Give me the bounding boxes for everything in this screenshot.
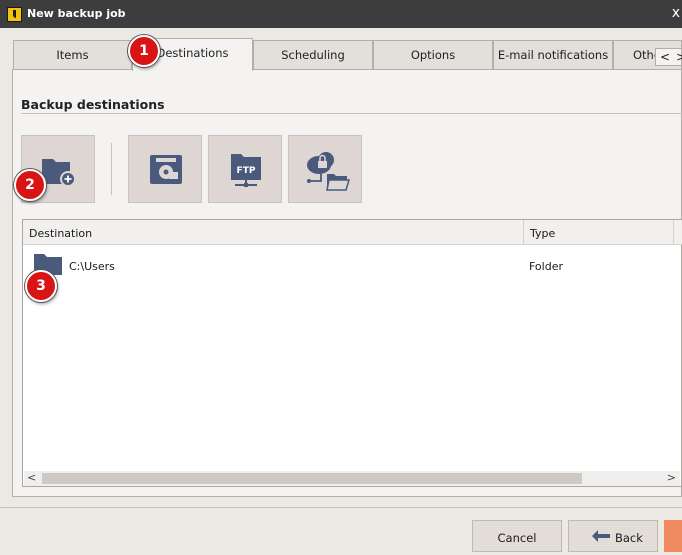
column-divider [673, 220, 674, 245]
close-icon[interactable]: x [672, 5, 680, 21]
tab-bar: Items Destinations Scheduling Options E-… [12, 38, 682, 71]
toolbar-separator [111, 143, 112, 195]
column-header-type[interactable]: Type [530, 227, 555, 240]
cloud-destination-button[interactable] [288, 135, 362, 203]
footer-divider [0, 507, 682, 508]
tab-items[interactable]: Items [13, 40, 132, 70]
backup-app-icon [7, 7, 22, 22]
destination-list[interactable]: Destination Type C:\Users Folder < > [22, 219, 682, 487]
destination-type: Folder [529, 260, 563, 273]
tab-scroll-right-icon[interactable]: > [676, 50, 682, 64]
annotation-badge-1: 1 [128, 35, 160, 67]
horizontal-scrollbar[interactable]: < > [24, 471, 680, 486]
ftp-folder-icon: FTP [231, 154, 261, 187]
back-button[interactable]: Back [568, 520, 658, 552]
cancel-button[interactable]: Cancel [472, 520, 562, 552]
back-arrow-icon [592, 530, 610, 542]
disk-drive-icon [150, 155, 182, 184]
section-title: Backup destinations [21, 97, 165, 112]
list-item[interactable]: C:\Users Folder [23, 250, 663, 276]
column-header-destination[interactable]: Destination [29, 227, 92, 240]
ftp-destination-button[interactable]: FTP [208, 135, 282, 203]
tab-scheduling[interactable]: Scheduling [253, 40, 373, 70]
annotation-badge-2: 2 [14, 169, 46, 201]
cloud-lock-folder-icon [307, 152, 351, 191]
window-titlebar: New backup job x [0, 0, 682, 28]
svg-text:FTP: FTP [237, 166, 256, 176]
scroll-left-icon[interactable]: < [27, 471, 36, 484]
list-header: Destination Type [23, 220, 682, 245]
scroll-right-icon[interactable]: > [667, 471, 676, 484]
section-divider [21, 113, 682, 114]
destination-path: C:\Users [69, 260, 115, 273]
window-title: New backup job [27, 7, 126, 20]
annotation-badge-3: 3 [25, 270, 57, 302]
disk-destination-button[interactable] [128, 135, 202, 203]
next-button[interactable] [664, 520, 682, 552]
back-button-label: Back [615, 531, 643, 545]
tab-options[interactable]: Options [373, 40, 493, 70]
tab-email-notifications[interactable]: E-mail notifications [493, 40, 613, 70]
tab-scroll-buttons[interactable]: <> [655, 48, 682, 66]
tab-scroll-left-icon[interactable]: < [660, 50, 676, 64]
column-divider [523, 220, 524, 245]
scrollbar-thumb[interactable] [42, 473, 582, 484]
